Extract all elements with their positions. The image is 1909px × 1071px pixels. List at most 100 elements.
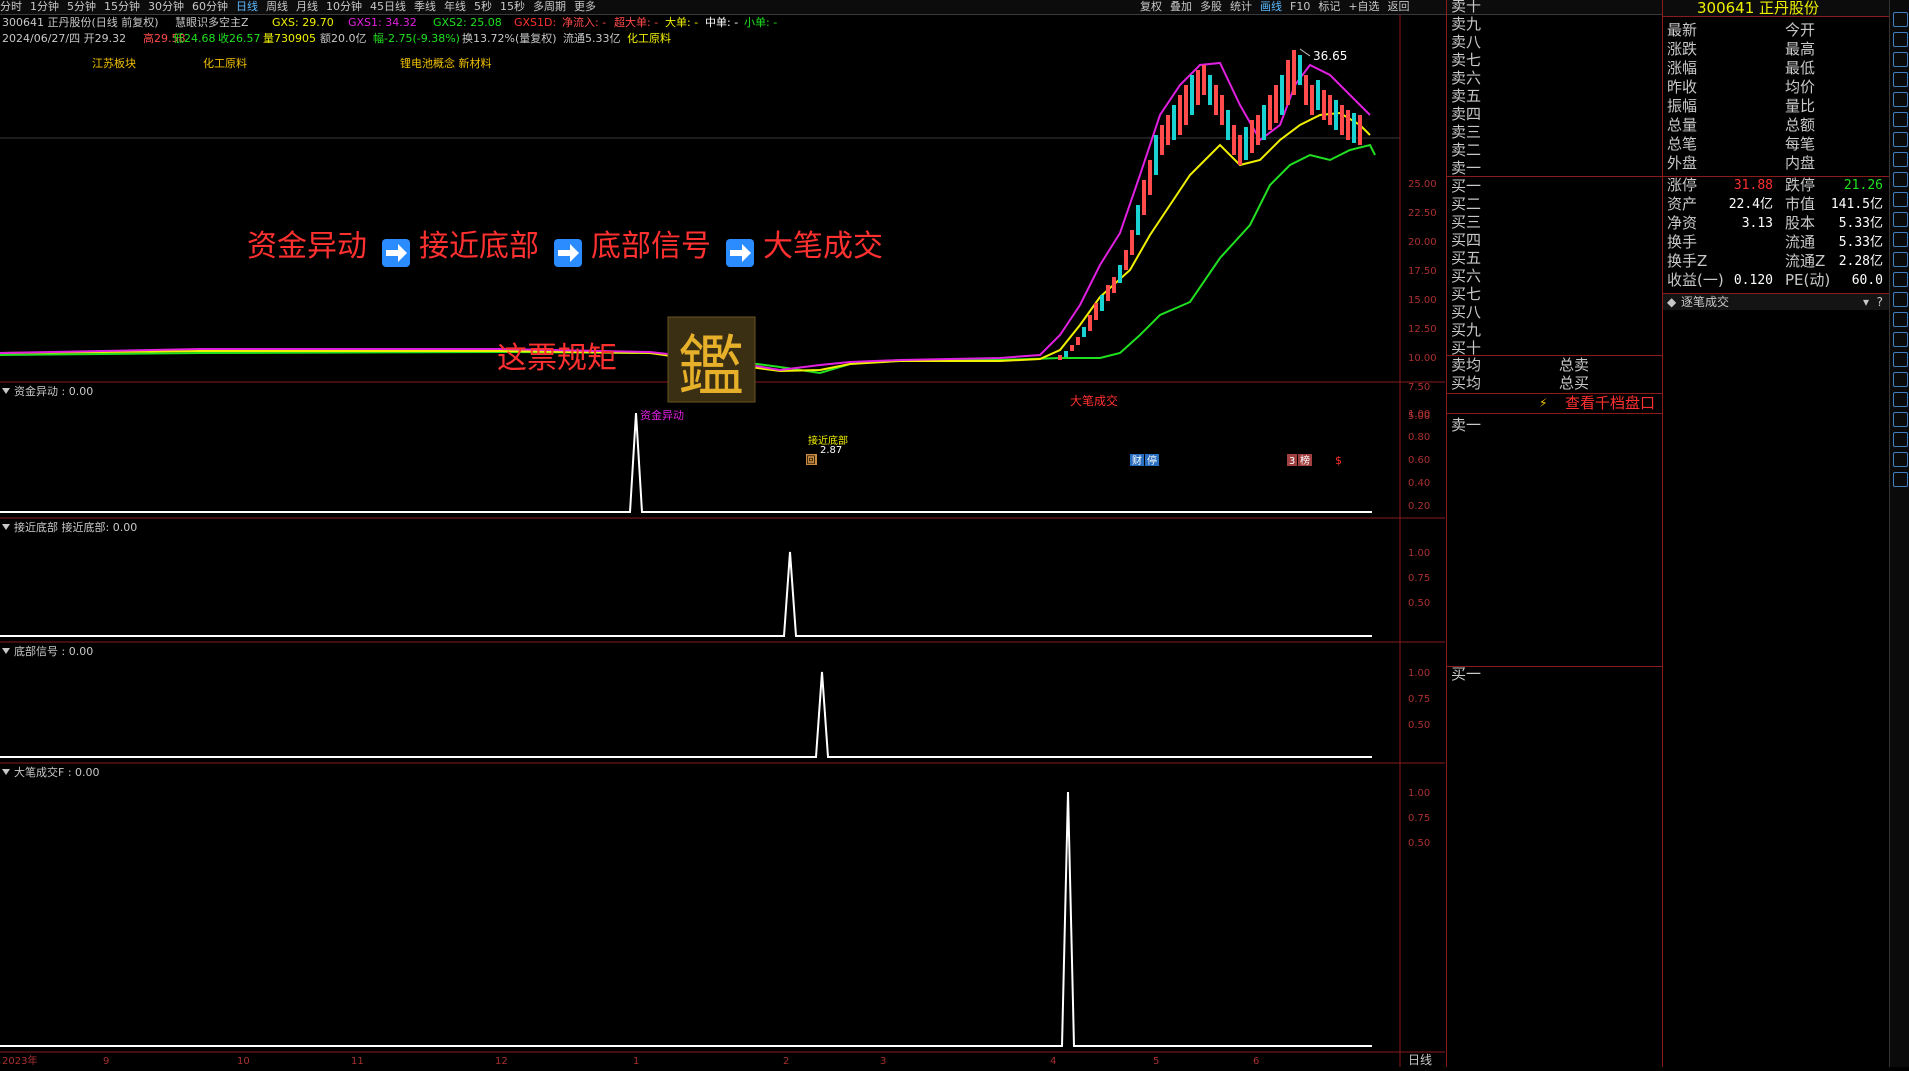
tag-lithium[interactable]: 锂电池概念 新材料: [400, 56, 492, 70]
dollar-badge[interactable]: $: [1335, 454, 1342, 467]
side-tool-icon[interactable]: [1893, 372, 1908, 387]
flow-step-big-trade: 大笔成交: [763, 229, 883, 264]
indicator-panel[interactable]: 大笔成交F : 0.00 1.00 0.75 0.50: [0, 765, 1430, 1047]
side-tool-icon[interactable]: [1893, 192, 1908, 207]
collapse-icon[interactable]: [2, 648, 10, 654]
ask-level-label: 卖七: [1451, 51, 1482, 69]
stat-label: 市值: [1785, 195, 1816, 213]
bid-level-label: 买三: [1451, 213, 1482, 231]
quote-title[interactable]: 300641 正丹股份: [1697, 0, 1819, 16]
price-axis-tick: 20.00: [1408, 237, 1437, 248]
candlestick: [1250, 120, 1254, 153]
side-tool-icon[interactable]: [1893, 392, 1908, 407]
side-tool-icon[interactable]: [1893, 132, 1908, 147]
quote-row: 涨跌 最高: [1667, 40, 1885, 59]
stat-label: 股本: [1785, 214, 1816, 232]
period-tab[interactable]: 年线: [444, 0, 466, 14]
collapse-icon[interactable]: [2, 388, 10, 394]
indicator-panel[interactable]: 底部信号 : 0.00 1.00 0.75 0.50: [0, 644, 1430, 758]
collapse-icon[interactable]: [2, 769, 10, 775]
stat-value: 3.13: [1741, 216, 1773, 231]
view-depth-link[interactable]: 查看千档盘口: [1565, 394, 1655, 412]
side-tool-icon[interactable]: [1893, 312, 1908, 327]
side-tool-icon[interactable]: [1893, 112, 1908, 127]
lightning-icon: ⚡: [1539, 396, 1548, 410]
mid-order: 中单: -: [705, 16, 738, 29]
trade-tab[interactable]: ◆ 逐笔成交 ▾?: [1663, 294, 1889, 310]
flow-step-fund: 资金异动: [247, 229, 367, 264]
period-tab[interactable]: 多周期: [533, 0, 566, 14]
period-tab[interactable]: 5秒: [474, 0, 492, 14]
chart-area[interactable]: 300641 正丹股份(日线 前复权) 慧眼识多空主Z GXS: 29.70 G…: [0, 15, 1445, 1067]
side-tool-icon[interactable]: [1893, 252, 1908, 267]
candlestick: [1124, 250, 1128, 270]
toolbar-button[interactable]: 返回: [1388, 0, 1410, 14]
toolbar-button[interactable]: 标记: [1318, 0, 1340, 14]
period-tab[interactable]: 60分钟: [192, 0, 228, 14]
period-tab[interactable]: 10分钟: [326, 0, 362, 14]
period-tab[interactable]: 15秒: [500, 0, 525, 14]
period-tab[interactable]: 1分钟: [30, 0, 59, 14]
side-tool-icon[interactable]: [1893, 172, 1908, 187]
float-shares: 流通5.33亿: [563, 31, 621, 45]
period-tab[interactable]: 月线: [296, 0, 318, 14]
toolbar-button[interactable]: 统计: [1230, 0, 1252, 14]
marker-icon[interactable]: 回: [806, 454, 817, 466]
side-tool-icon[interactable]: [1893, 232, 1908, 247]
toolbar-button[interactable]: 复权: [1140, 0, 1162, 14]
side-tool-icon[interactable]: [1893, 32, 1908, 47]
side-tool-icon[interactable]: [1893, 452, 1908, 467]
period-tab[interactable]: 45日线: [370, 0, 406, 14]
bid-level-label: 买四: [1451, 231, 1482, 249]
side-tool-icon[interactable]: [1893, 12, 1908, 27]
quote-row: 总笔 每笔: [1667, 135, 1885, 154]
side-tool-icon[interactable]: [1893, 272, 1908, 287]
collapse-icon[interactable]: [2, 524, 10, 530]
toolbar-button[interactable]: +自选: [1348, 0, 1379, 14]
price-axis-tick: 10.00: [1408, 353, 1437, 364]
tag-chemical[interactable]: 化工原料: [203, 56, 247, 70]
candlestick: [1196, 70, 1200, 105]
quote-label: 每笔: [1785, 135, 1816, 153]
period-tab[interactable]: 日线: [236, 0, 258, 14]
side-tool-icon[interactable]: [1893, 472, 1908, 487]
side-tool-icon[interactable]: [1893, 292, 1908, 307]
period-tab[interactable]: 15分钟: [104, 0, 140, 14]
toolbar-button[interactable]: 画线: [1260, 0, 1282, 14]
period-tab[interactable]: 季线: [414, 0, 436, 14]
side-tool-icon[interactable]: [1893, 432, 1908, 447]
side-tool-icon[interactable]: [1893, 152, 1908, 167]
side-tool-icon[interactable]: [1893, 52, 1908, 67]
period-tab[interactable]: 5分钟: [67, 0, 96, 14]
candlestick: [1232, 125, 1236, 155]
period-label[interactable]: 日线: [1408, 1053, 1432, 1067]
toolbar-button[interactable]: 叠加: [1170, 0, 1192, 14]
help-icon[interactable]: ?: [1877, 294, 1883, 310]
ask-level-label: 卖六: [1451, 69, 1482, 87]
svg-text:回: 回: [806, 455, 815, 466]
period-tab[interactable]: 更多: [574, 0, 596, 14]
period-tab[interactable]: 分时: [0, 0, 22, 14]
tag-jiangsu[interactable]: 江苏板块: [92, 56, 136, 70]
period-tab[interactable]: 周线: [266, 0, 288, 14]
side-tool-icon[interactable]: [1893, 352, 1908, 367]
stat-label: 资产: [1667, 195, 1698, 213]
side-tool-icon[interactable]: [1893, 92, 1908, 107]
side-tool-icon[interactable]: [1893, 412, 1908, 427]
stat-value: 2.28亿: [1838, 254, 1883, 269]
toolbar-button[interactable]: 多股: [1200, 0, 1222, 14]
ranking-badge[interactable]: 3 榜: [1287, 454, 1312, 467]
indicator-panel[interactable]: 接近底部 接近底部: 0.00 1.00 0.75 0.50: [0, 520, 1430, 637]
side-tool-icon[interactable]: [1893, 212, 1908, 227]
candlestick: [1166, 115, 1170, 145]
period-tab[interactable]: 30分钟: [148, 0, 184, 14]
candlestick: [1070, 345, 1074, 351]
candlestick: [1352, 113, 1356, 143]
toolbar-button[interactable]: F10: [1290, 0, 1310, 14]
finance-badge[interactable]: 财 停: [1130, 454, 1159, 467]
side-tool-icon[interactable]: [1893, 72, 1908, 87]
dropdown-icon[interactable]: ▾: [1863, 294, 1869, 310]
side-tool-icon[interactable]: [1893, 332, 1908, 347]
ask-level-label: 卖四: [1451, 105, 1482, 123]
flow-step-near-bottom: 接近底部: [419, 229, 539, 264]
